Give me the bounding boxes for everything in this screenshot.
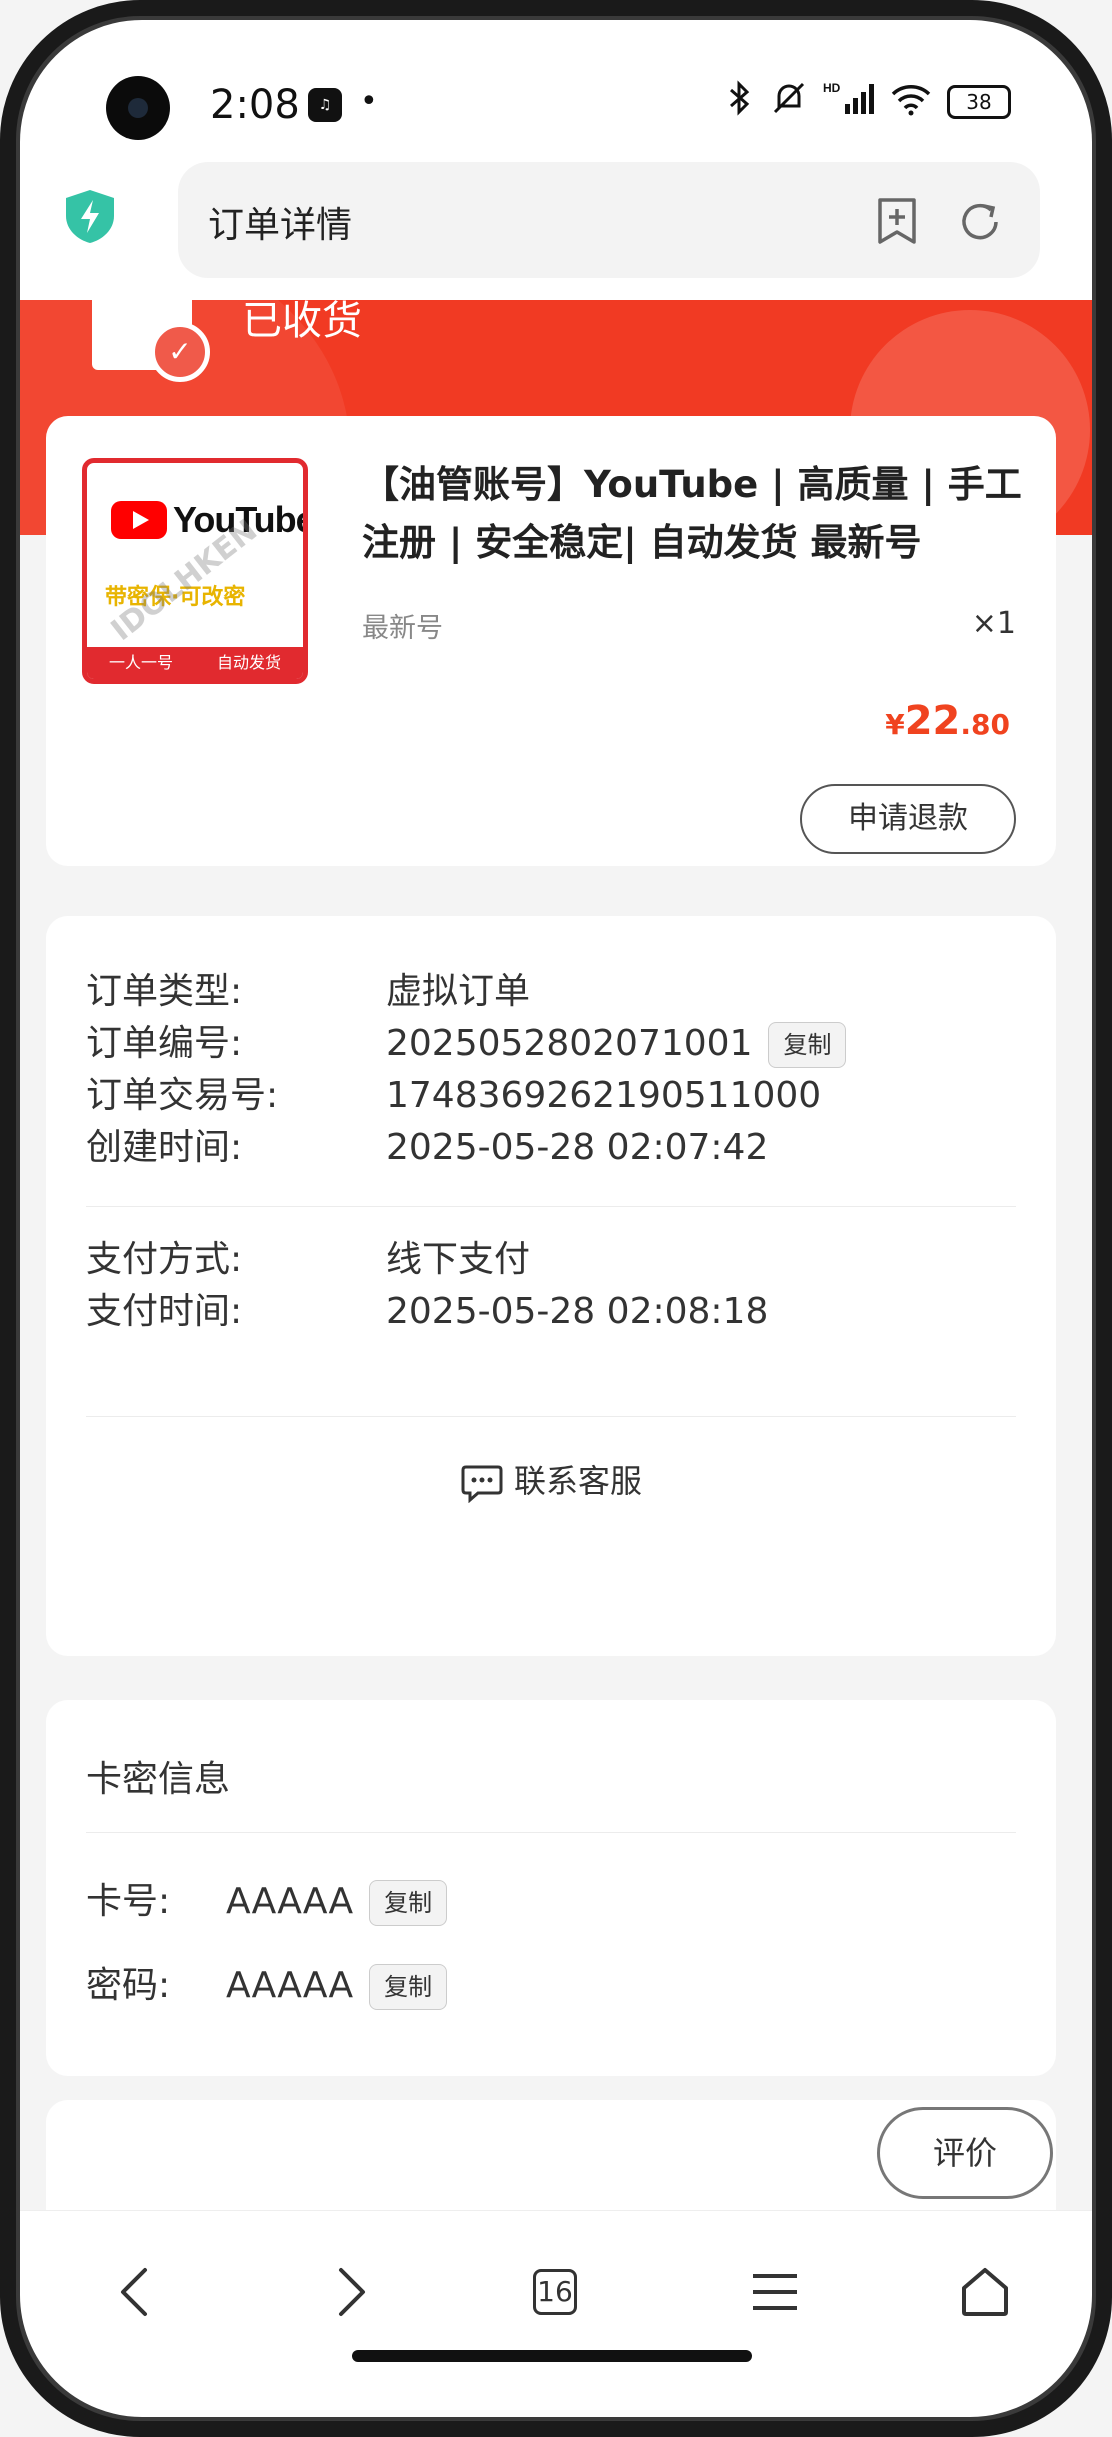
pay-time-label: 支付时间: [86,1291,243,1332]
browser-bottom-nav: 16 [20,2210,1092,2417]
copy-order-number-button[interactable]: 复制 [768,1022,847,1068]
info-divider-2 [86,1416,1016,1417]
bluetooth-icon [725,80,755,124]
card-secret-title: 卡密信息 [86,1759,231,1800]
order-number-label: 订单编号: [86,1023,243,1064]
copy-password-button[interactable]: 复制 [369,1964,448,2010]
product-price: ¥22.80 [885,698,1010,744]
tab-count: 16 [533,2269,577,2315]
contact-service-label: 联系客服 [513,1462,642,1500]
trade-number-value: 1748369262190511000 [386,1075,822,1116]
browser-address-bar: 订单详情 [20,140,1092,300]
thumb-bottom-left: 一人一号 [108,653,173,672]
security-shield-icon[interactable] [64,188,116,244]
music-app-icon: ♫ [308,88,342,122]
home-icon[interactable] [950,2257,1020,2327]
order-number-row: 订单编号: 2025052802071001 复制 [86,1014,847,1068]
status-time: 2:08 [210,82,300,128]
mute-bell-icon [769,80,809,124]
order-type-label: 订单类型: [86,971,243,1012]
created-time-label: 创建时间: [86,1127,243,1168]
card-number-row: 卡号: AAAAA 复制 [86,1872,448,1926]
order-type-value: 虚拟订单 [386,971,531,1012]
pay-method-label: 支付方式: [86,1239,243,1280]
svg-text:HD: HD [823,81,841,95]
password-row: 密码: AAAAA 复制 [86,1956,448,2010]
chat-bubble-icon [461,1465,503,1504]
created-time-value: 2025-05-28 02:07:42 [386,1127,769,1168]
page-title: 订单详情 [208,205,353,246]
trade-number-label: 订单交易号: [86,1075,279,1116]
card-secret-card: 卡密信息 卡号: AAAAA 复制 密码: AAAAA 复制 [46,1700,1056,2076]
order-type-row: 订单类型: 虚拟订单 [86,962,530,1014]
youtube-play-icon [111,501,167,539]
review-button[interactable]: 评价 [877,2107,1053,2199]
card-number-value: AAAAA [226,1881,354,1922]
front-camera [106,76,170,140]
refresh-icon[interactable] [956,198,1004,246]
notification-dot-icon: • [360,84,378,119]
wifi-icon [889,80,933,124]
order-number-value: 2025052802071001 [386,1023,753,1064]
product-thumbnail[interactable]: YouTube 带密保·可改密 IDOLHKEN 一人一号 自动发货 [82,458,308,684]
pay-method-row: 支付方式: 线下支付 [86,1230,530,1282]
check-icon: ✓ [150,322,210,382]
thumb-bottom-right: 自动发货 [216,653,281,672]
menu-icon[interactable] [740,2257,810,2327]
price-symbol: ¥ [885,708,905,741]
trade-number-row: 订单交易号: 1748369262190511000 [86,1066,821,1118]
card-secret-divider [86,1832,1016,1833]
screen: 2:08 ♫ • HD 38 订单详情 ✓ 已收货 YouTube 带密保·可改… [20,20,1092,2417]
tabs-button[interactable]: 16 [520,2257,590,2327]
product-card: YouTube 带密保·可改密 IDOLHKEN 一人一号 自动发货 【油管账号… [46,416,1056,866]
pay-time-value: 2025-05-28 02:08:18 [386,1291,769,1332]
add-bookmark-icon[interactable] [874,196,920,246]
youtube-logo: YouTube [111,499,303,541]
info-divider [86,1206,1016,1207]
battery-indicator: 38 [947,85,1011,119]
status-bar: 2:08 ♫ • HD 38 [20,20,1092,140]
price-integer: 22 [904,698,961,744]
product-spec: 最新号 [362,613,443,644]
status-icons: HD 38 [725,80,1011,124]
price-decimal: .80 [960,708,1010,741]
copy-card-number-button[interactable]: 复制 [369,1880,448,1926]
phone-frame: 2:08 ♫ • HD 38 订单详情 ✓ 已收货 YouTube 带密保·可改… [0,0,1112,2437]
card-number-label: 卡号: [86,1881,171,1922]
thumb-bottom-strip: 一人一号 自动发货 [87,647,303,679]
signal-icon: HD [823,80,875,124]
created-time-row: 创建时间: 2025-05-28 02:07:42 [86,1118,768,1170]
password-value: AAAAA [226,1965,354,2006]
home-gesture-indicator[interactable] [352,2350,752,2362]
forward-icon[interactable] [316,2257,386,2327]
product-title[interactable]: 【油管账号】YouTube | 高质量 | 手工注册 | 安全稳定| 自动发货 … [362,456,1032,572]
pay-method-value: 线下支付 [386,1239,531,1280]
pay-time-row: 支付时间: 2025-05-28 02:08:18 [86,1282,768,1334]
product-quantity: ×1 [971,606,1016,641]
order-status-label: 已收货 [242,300,362,344]
refund-button[interactable]: 申请退款 [800,784,1016,854]
order-info-card: 订单类型: 虚拟订单 订单编号: 2025052802071001 复制 订单交易号:… [46,916,1056,1656]
address-field[interactable]: 订单详情 [178,162,1040,278]
back-icon[interactable] [100,2257,170,2327]
contact-service-button[interactable]: 联系客服 [46,1456,1056,1504]
password-label: 密码: [86,1965,171,2006]
